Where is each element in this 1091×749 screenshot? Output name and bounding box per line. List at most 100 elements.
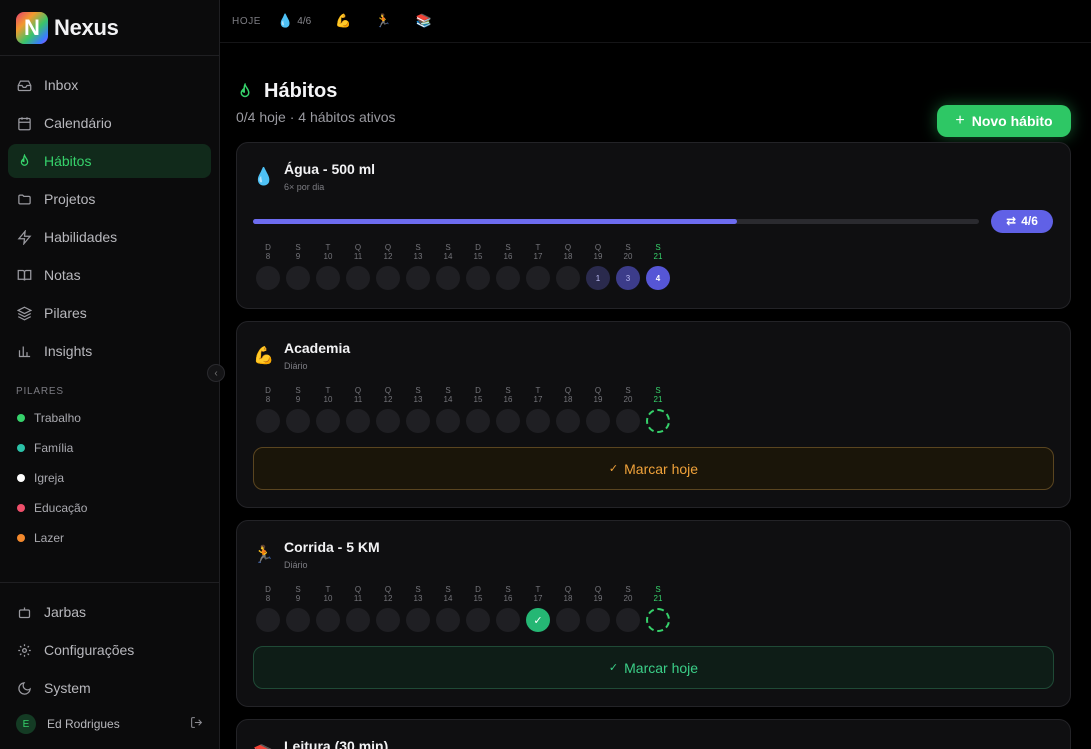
day-check-circle[interactable]: [586, 608, 610, 632]
logout-icon[interactable]: [190, 716, 203, 732]
day-check-circle[interactable]: [616, 608, 640, 632]
day-number: 13: [413, 252, 423, 261]
sidebar-collapse-icon[interactable]: ‹: [207, 364, 225, 382]
day-check-circle[interactable]: [556, 266, 580, 290]
day-letter: S: [415, 243, 421, 252]
day-check-circle[interactable]: [586, 409, 610, 433]
sidebar-item-pillars[interactable]: Pilares: [8, 296, 211, 330]
day-check-circle[interactable]: [376, 608, 400, 632]
sidebar-item-habits[interactable]: Hábitos: [8, 144, 211, 178]
sidebar-item-calendar[interactable]: Calendário: [8, 106, 211, 140]
day-check-circle[interactable]: [436, 266, 460, 290]
day-check-circle[interactable]: [436, 409, 460, 433]
day-check-circle[interactable]: [316, 608, 340, 632]
day-check-circle[interactable]: [316, 266, 340, 290]
day-check-circle[interactable]: [286, 266, 310, 290]
habit-card-gym[interactable]: 💪 Academia Diário D 8 S 9 T 10 Q 11 Q 12 S 13 S 14 D 15…: [236, 321, 1071, 508]
day-check-circle[interactable]: [496, 608, 520, 632]
day-check-circle[interactable]: [616, 409, 640, 433]
day-column: S 16: [493, 386, 523, 433]
main-content: Hábitos 0/4 hoje · 4 hábitos ativos + No…: [236, 60, 1071, 749]
day-check-circle[interactable]: [466, 608, 490, 632]
sidebar-item-jarbas[interactable]: Jarbas: [8, 595, 211, 629]
topbar-habit-reading[interactable]: 📚: [416, 13, 432, 29]
day-check-circle[interactable]: [346, 608, 370, 632]
day-column: Q 12: [373, 386, 403, 433]
new-habit-label: Novo hábito: [971, 113, 1053, 129]
day-check-circle[interactable]: [646, 409, 670, 433]
pillar-item-family[interactable]: Família: [0, 433, 219, 463]
day-check-circle[interactable]: [346, 409, 370, 433]
pillar-dot: [17, 534, 25, 542]
day-check-circle[interactable]: [256, 266, 280, 290]
day-number: 19: [593, 252, 603, 261]
habit-card-reading[interactable]: 📚 Leitura (30 min): [236, 719, 1071, 749]
topbar-habit-water[interactable]: 💧 4/6: [277, 13, 311, 29]
sidebar-item-inbox[interactable]: Inbox: [8, 68, 211, 102]
habit-card-water[interactable]: 💧 Água - 500 ml 6× por dia ⇄ 4/6 D 8 S 9 T 10…: [236, 142, 1071, 309]
mark-today-button[interactable]: ✓ Marcar hoje: [253, 646, 1054, 689]
day-number: 10: [323, 252, 333, 261]
new-habit-button[interactable]: + Novo hábito: [937, 105, 1071, 137]
sidebar-item-label: Jarbas: [44, 604, 87, 620]
day-letter: Q: [354, 386, 362, 395]
sidebar-item-insights[interactable]: Insights: [8, 334, 211, 368]
day-column: Q 12: [373, 243, 403, 290]
habit-count-badge[interactable]: ⇄ 4/6: [991, 209, 1053, 233]
day-check-circle[interactable]: [286, 608, 310, 632]
day-check-circle[interactable]: [466, 409, 490, 433]
day-check-circle[interactable]: [496, 266, 520, 290]
day-number: 15: [473, 395, 483, 404]
day-check-circle[interactable]: [376, 266, 400, 290]
sidebar-item-settings[interactable]: Configurações: [8, 633, 211, 667]
day-check-circle[interactable]: [496, 409, 520, 433]
day-letter: T: [535, 386, 541, 395]
pillar-item-leisure[interactable]: Lazer: [0, 523, 219, 553]
pillar-item-work[interactable]: Trabalho: [0, 403, 219, 433]
day-check-circle[interactable]: [526, 409, 550, 433]
brand[interactable]: N Nexus: [0, 0, 219, 56]
day-check-circle[interactable]: [286, 409, 310, 433]
day-check-circle[interactable]: [316, 409, 340, 433]
day-number: 9: [295, 395, 301, 404]
habit-frequency: 6× por dia: [284, 182, 325, 192]
day-check-circle[interactable]: [406, 266, 430, 290]
mark-today-button[interactable]: ✓ Marcar hoje: [253, 447, 1054, 490]
user-profile[interactable]: E Ed Rodrigues: [8, 709, 211, 739]
day-check-circle[interactable]: [376, 409, 400, 433]
day-check-circle[interactable]: ✓: [526, 608, 550, 632]
day-check-circle[interactable]: [526, 266, 550, 290]
day-letter: T: [535, 585, 541, 594]
habit-card-run[interactable]: 🏃 Corrida - 5 KM Diário D 8 S 9 T 10 Q 11 Q 12 S 13…: [236, 520, 1071, 707]
day-check-circle[interactable]: [256, 409, 280, 433]
pillar-item-education[interactable]: Educação: [0, 493, 219, 523]
day-check-circle[interactable]: [406, 409, 430, 433]
day-check-circle[interactable]: 1: [586, 266, 610, 290]
day-column: Q 18: [553, 243, 583, 290]
topbar-habit-gym[interactable]: 💪: [335, 13, 351, 29]
sidebar-item-notes[interactable]: Notas: [8, 258, 211, 292]
pillar-item-church[interactable]: Igreja: [0, 463, 219, 493]
day-column: S 14: [433, 585, 463, 632]
day-check-circle[interactable]: [556, 608, 580, 632]
sidebar-item-theme[interactable]: System: [8, 671, 211, 705]
day-number: 14: [443, 594, 453, 603]
day-check-circle[interactable]: [256, 608, 280, 632]
day-check-circle[interactable]: [436, 608, 460, 632]
book-icon: [16, 267, 32, 283]
day-column: S 20 3: [613, 243, 643, 290]
day-check-circle[interactable]: [406, 608, 430, 632]
day-check-circle[interactable]: 4: [646, 266, 670, 290]
calendar-icon: [16, 115, 32, 131]
topbar-habit-run[interactable]: 🏃: [375, 13, 391, 29]
day-check-circle[interactable]: [646, 608, 670, 632]
sidebar-item-projects[interactable]: Projetos: [8, 182, 211, 216]
day-check-circle[interactable]: 3: [616, 266, 640, 290]
day-check-circle[interactable]: [466, 266, 490, 290]
day-check-circle[interactable]: [346, 266, 370, 290]
books-icon: 📚: [253, 744, 275, 749]
user-name: Ed Rodrigues: [47, 717, 120, 731]
day-check-circle[interactable]: [556, 409, 580, 433]
water-drop-icon: 💧: [253, 167, 275, 186]
sidebar-item-skills[interactable]: Habilidades: [8, 220, 211, 254]
